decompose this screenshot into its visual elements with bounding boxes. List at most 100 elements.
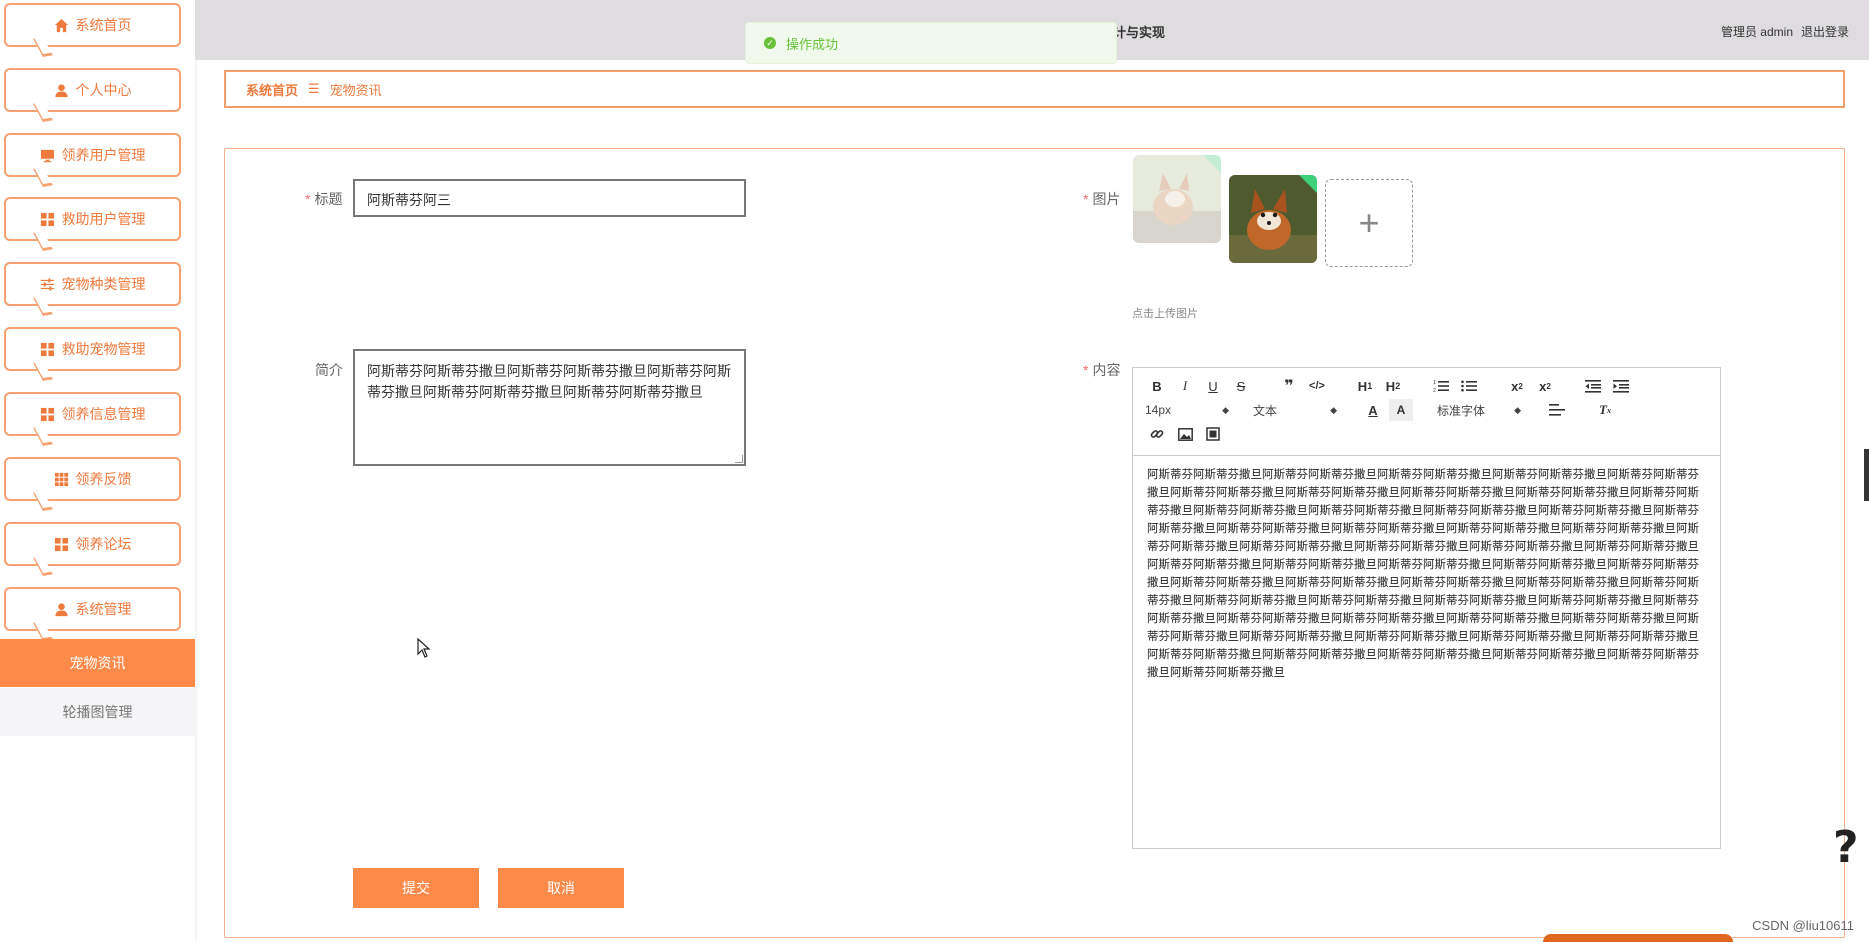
svg-text:2: 2	[1433, 388, 1436, 393]
sidebar-item-label: 领养论坛	[75, 536, 132, 552]
select-caret-icon: ◆	[1222, 404, 1229, 415]
intro-textarea[interactable]: 阿斯蒂芬阿斯蒂芬撒旦阿斯蒂芬阿斯蒂芬撒旦阿斯蒂芬阿斯蒂芬撒旦阿斯蒂芬阿斯蒂芬撒旦…	[353, 349, 746, 466]
select-caret-icon: ◆	[1330, 404, 1337, 415]
scroll-edge-indicator	[1864, 449, 1869, 501]
align-icon[interactable]	[1545, 399, 1569, 421]
outdent-icon[interactable]	[1581, 375, 1605, 397]
toast-message: 操作成功	[786, 36, 839, 52]
sidebar-item-adopt-users[interactable]: 领养用户管理	[4, 133, 181, 177]
user-icon	[54, 601, 70, 617]
sidebar-subitem-carousel[interactable]: 轮播图管理	[0, 688, 195, 736]
image-insert-icon[interactable]	[1173, 423, 1197, 445]
title-input[interactable]: 阿斯蒂芬阿三	[353, 179, 746, 217]
sidebar: 系统首页 个人中心 领养用户管理 救助用户管理 宠物种类管理 救助宠物管理 领养…	[0, 0, 195, 942]
sidebar-item-label: 领养反馈	[75, 471, 132, 487]
title-label: * 标题	[305, 189, 342, 209]
sidebar-item-pet-types[interactable]: 宠物种类管理	[4, 262, 181, 306]
content-label: * 内容	[1083, 360, 1120, 380]
sidebar-item-label: 宠物种类管理	[61, 276, 146, 292]
image-upload-button[interactable]: +	[1325, 179, 1413, 267]
sidebar-item-label: 救助宠物管理	[61, 341, 146, 357]
grid-icon	[54, 536, 70, 552]
grid-icon	[40, 341, 56, 357]
sidebar-item-label: 领养信息管理	[61, 406, 146, 422]
success-check-icon: ✓	[764, 37, 776, 49]
background-color-icon[interactable]: A	[1389, 399, 1413, 421]
link-icon[interactable]	[1145, 423, 1169, 445]
watermark: CSDN @liu10611	[1752, 918, 1854, 933]
sidebar-item-adopt-info[interactable]: 领养信息管理	[4, 392, 181, 436]
rich-text-editor: B I U S ❞ </> H1 H2 12 x2 x2 14px ◆ 文本 ◆…	[1132, 367, 1721, 849]
title-label-text: 标题	[314, 191, 343, 207]
user-icon	[54, 82, 70, 98]
admin-user-label: 管理员 admin	[1720, 25, 1793, 39]
sidebar-item-adopt-feedback[interactable]: 领养反馈	[4, 457, 181, 501]
image-label: * 图片	[1083, 189, 1120, 209]
required-mark: *	[305, 191, 311, 207]
block-type-select[interactable]: 文本 ◆	[1253, 399, 1337, 421]
font-size-value: 14px	[1145, 403, 1172, 417]
italic-icon[interactable]: I	[1173, 375, 1197, 397]
subscript-icon[interactable]: x2	[1505, 375, 1529, 397]
resize-handle-icon[interactable]	[735, 455, 743, 463]
sidebar-item-system-management[interactable]: 系统管理	[4, 587, 181, 631]
font-size-select[interactable]: 14px ◆	[1145, 399, 1229, 421]
grid-icon	[40, 211, 56, 227]
editor-content-area[interactable]: 阿斯蒂芬阿斯蒂芬撒旦阿斯蒂芬阿斯蒂芬撒旦阿斯蒂芬阿斯蒂芬撒旦阿斯蒂芬阿斯蒂芬撒旦…	[1133, 456, 1720, 692]
sidebar-item-label: 系统管理	[75, 601, 132, 617]
font-color-icon[interactable]: A	[1361, 399, 1385, 421]
heading1-icon[interactable]: H1	[1353, 375, 1377, 397]
plus-icon: +	[1358, 202, 1380, 243]
fox-image-icon	[1229, 175, 1317, 263]
breadcrumb-current: 宠物资讯	[329, 82, 382, 98]
upload-tip: 点击上传图片	[1132, 308, 1198, 320]
strikethrough-icon[interactable]: S	[1229, 375, 1253, 397]
sidebar-item-rescue-users[interactable]: 救助用户管理	[4, 197, 181, 241]
ordered-list-icon[interactable]: 12	[1429, 375, 1453, 397]
cancel-button[interactable]: 取消	[498, 868, 624, 908]
font-family-value: 标准字体	[1437, 403, 1486, 418]
indent-icon[interactable]	[1609, 375, 1633, 397]
uploaded-image-faded[interactable]	[1133, 155, 1221, 243]
sidebar-item-label: 个人中心	[75, 82, 132, 98]
superscript-icon[interactable]: x2	[1533, 375, 1557, 397]
mouse-cursor-icon	[417, 637, 431, 661]
sidebar-item-personal-center[interactable]: 个人中心	[4, 68, 181, 112]
blockquote-icon[interactable]: ❞	[1277, 375, 1301, 397]
grid-icon	[40, 406, 56, 422]
monitor-icon	[40, 147, 56, 163]
sidebar-item-adopt-forum[interactable]: 领养论坛	[4, 522, 181, 566]
sidebar-subitem-pet-news[interactable]: 宠物资讯	[0, 639, 195, 687]
sidebar-item-label: 系统首页	[75, 17, 132, 33]
bold-icon[interactable]: B	[1145, 375, 1169, 397]
editor-toolbar: B I U S ❞ </> H1 H2 12 x2 x2 14px ◆ 文本 ◆…	[1133, 368, 1720, 456]
system-title: 计与实现	[1113, 25, 1166, 40]
logout-link[interactable]: 退出登录	[1801, 23, 1849, 40]
sidebar-item-home[interactable]: 系统首页	[4, 3, 181, 47]
bullet-list-icon[interactable]	[1457, 375, 1481, 397]
uploaded-image[interactable]	[1229, 175, 1317, 263]
submit-button[interactable]: 提交	[353, 868, 479, 908]
sidebar-item-rescue-pets[interactable]: 救助宠物管理	[4, 327, 181, 371]
help-widget-icon[interactable]: ?	[1833, 822, 1859, 873]
code-block-icon[interactable]: </>	[1305, 375, 1329, 397]
clear-format-icon[interactable]: Tx	[1593, 399, 1617, 421]
sidebar-item-label: 领养用户管理	[61, 147, 146, 163]
heading2-icon[interactable]: H2	[1381, 375, 1405, 397]
breadcrumb-separator-icon: ☰	[308, 81, 320, 96]
intro-text: 阿斯蒂芬阿斯蒂芬撒旦阿斯蒂芬阿斯蒂芬撒旦阿斯蒂芬阿斯蒂芬撒旦阿斯蒂芬阿斯蒂芬撒旦…	[367, 363, 731, 400]
underline-icon[interactable]: U	[1201, 375, 1225, 397]
fox-image-icon	[1133, 155, 1221, 243]
apps-icon	[54, 471, 70, 487]
font-family-select[interactable]: 标准字体 ◆	[1437, 399, 1521, 421]
breadcrumb-home[interactable]: 系统首页	[246, 80, 298, 99]
svg-text:1: 1	[1433, 380, 1436, 386]
content-label-text: 内容	[1092, 362, 1121, 378]
video-insert-icon[interactable]	[1201, 423, 1225, 445]
breadcrumb: 系统首页 ☰ 宠物资讯	[224, 70, 1845, 108]
block-type-value: 文本	[1253, 403, 1278, 418]
required-mark: *	[1083, 362, 1089, 378]
image-label-text: 图片	[1092, 191, 1121, 207]
sidebar-item-label: 救助用户管理	[61, 211, 146, 227]
home-icon	[54, 17, 70, 33]
